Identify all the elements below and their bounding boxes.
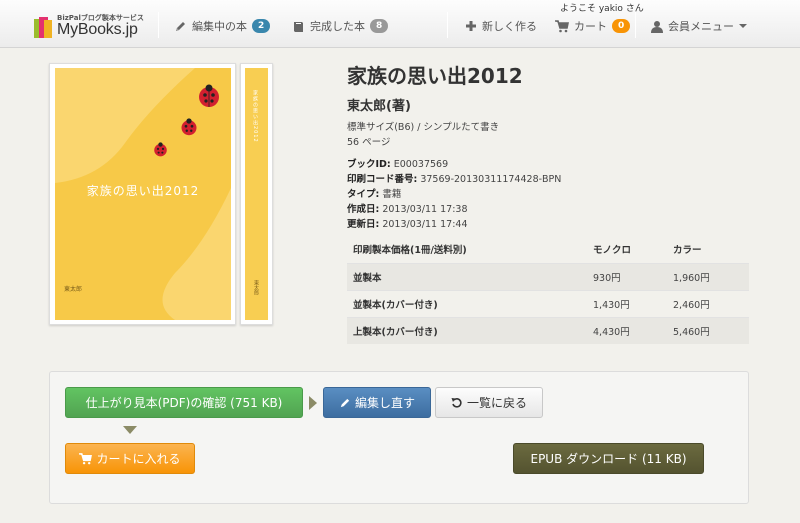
nav-member-menu[interactable]: 会員メニュー [651,15,747,37]
welcome-message: ようこそ yakio さん [560,4,644,14]
nav-cart[interactable]: カート 0 [555,15,631,37]
edit-again-label: 編集し直す [354,396,415,410]
nav-divider [447,12,448,38]
book-logo-icon [34,17,52,38]
book-title: 家族の思い出2012 [347,64,523,88]
ladybug-icon [199,84,219,107]
pencil-icon [340,398,350,407]
print-code-label: 印刷コード番号: [347,174,418,185]
add-to-cart-button[interactable]: カートに入れる [65,443,195,474]
binding-type: 並製本(カバー付き) [347,289,587,317]
type-value: 書籍 [382,189,402,200]
book-id-value: E00037569 [393,159,449,170]
color-price: 1,960円 [667,262,749,290]
cart-icon [79,452,93,464]
logo-text: MyBooks.jp [57,21,138,38]
back-to-list-label: 一覧に戻る [466,396,527,410]
book-spine-preview: 家族の思い出2012 東太郎 [240,63,273,325]
mono-price: 4,430円 [587,316,667,344]
book-icon [294,21,303,32]
user-icon [651,20,663,33]
nav-completed-books[interactable]: 完成した本 8 [292,15,389,37]
mono-price: 1,430円 [587,289,667,317]
table-row: 上製本(カバー付き) 4,430円 5,460円 [347,316,749,344]
cart-count-badge: 0 [612,19,631,33]
updated-value: 2013/03/11 17:44 [382,219,468,230]
completed-count-badge: 8 [370,19,389,33]
updated-label: 更新日: [347,219,380,230]
undo-icon [451,397,462,408]
book-pages: 56 ページ [347,137,391,148]
arrow-down-icon [123,426,137,434]
table-row: 並製本 930円 1,960円 [347,262,749,290]
price-header-color: カラー [673,245,702,257]
spine-author: 東太郎 [253,280,259,295]
pencil-icon [176,21,185,31]
cover-title: 家族の思い出2012 [86,184,200,198]
binding-type: 並製本 [347,262,587,290]
nav-create-label: 新しく作る [482,20,537,33]
edit-again-button[interactable]: 編集し直す [323,387,431,418]
nav-create-new[interactable]: 新しく作る [465,15,537,37]
spine-title: 家族の思い出2012 [252,90,258,143]
type-label: タイプ: [347,189,380,200]
nav-cart-label: カート [574,20,607,33]
created-row: 作成日: 2013/03/11 17:38 [347,201,468,215]
ladybug-icon [154,142,167,157]
back-to-list-button[interactable]: 一覧に戻る [435,387,543,418]
epub-download-button[interactable]: EPUB ダウンロード (11 KB) [513,443,704,474]
print-code-row: 印刷コード番号: 37569-20130311174428-BPN [347,171,561,185]
cover-artwork: 家族の思い出2012 東太郎 [55,68,231,320]
updated-row: 更新日: 2013/03/11 17:44 [347,216,468,230]
cover-author: 東太郎 [64,286,83,293]
type-row: タイプ: 書籍 [347,186,401,200]
price-table: 印刷製本価格(1冊/送料別) モノクロ カラー 並製本 930円 1,960円 … [347,236,749,344]
nav-divider [635,12,636,38]
price-table-header: 印刷製本価格(1冊/送料別) モノクロ カラー [347,236,749,263]
nav-completed-label: 完成した本 [310,20,365,33]
table-row: 並製本(カバー付き) 1,430円 2,460円 [347,289,749,317]
book-id-row: ブックID: E00037569 [347,156,448,170]
color-price: 2,460円 [667,289,749,317]
top-header: ようこそ yakio さん BizPalブログ製本サービス MyBooks.jp… [0,0,800,48]
plus-icon [466,21,476,31]
nav-member-label: 会員メニュー [668,20,734,33]
nav-editing-label: 編集中の本 [192,20,247,33]
book-cover-preview: 家族の思い出2012 東太郎 [49,63,236,325]
book-author: 東太郎(著) [347,99,411,114]
editing-count-badge: 2 [252,19,271,33]
preview-pdf-button[interactable]: 仕上がり見本(PDF)の確認 (751 KB) [65,387,303,418]
created-value: 2013/03/11 17:38 [382,204,468,215]
mono-price: 930円 [587,262,667,290]
arrow-right-icon [309,396,317,410]
nav-divider [158,12,159,38]
price-header-label: 印刷製本価格(1冊/送料別) [353,245,467,257]
spine-artwork: 家族の思い出2012 東太郎 [245,68,268,320]
add-to-cart-label: カートに入れる [96,452,181,466]
price-header-mono: モノクロ [593,245,632,257]
print-code-value: 37569-20130311174428-BPN [420,174,562,185]
ladybug-icon [181,118,197,136]
book-format: 標準サイズ(B6) / シンプルたて書き [347,122,500,133]
color-price: 5,460円 [667,316,749,344]
cart-icon [555,19,569,32]
caret-down-icon [739,24,747,28]
mybooks-logo[interactable]: BizPalブログ製本サービス MyBooks.jp [34,14,154,42]
book-id-label: ブックID: [347,159,391,170]
binding-type: 上製本(カバー付き) [347,316,587,344]
created-label: 作成日: [347,204,380,215]
nav-editing-books[interactable]: 編集中の本 2 [174,15,271,37]
